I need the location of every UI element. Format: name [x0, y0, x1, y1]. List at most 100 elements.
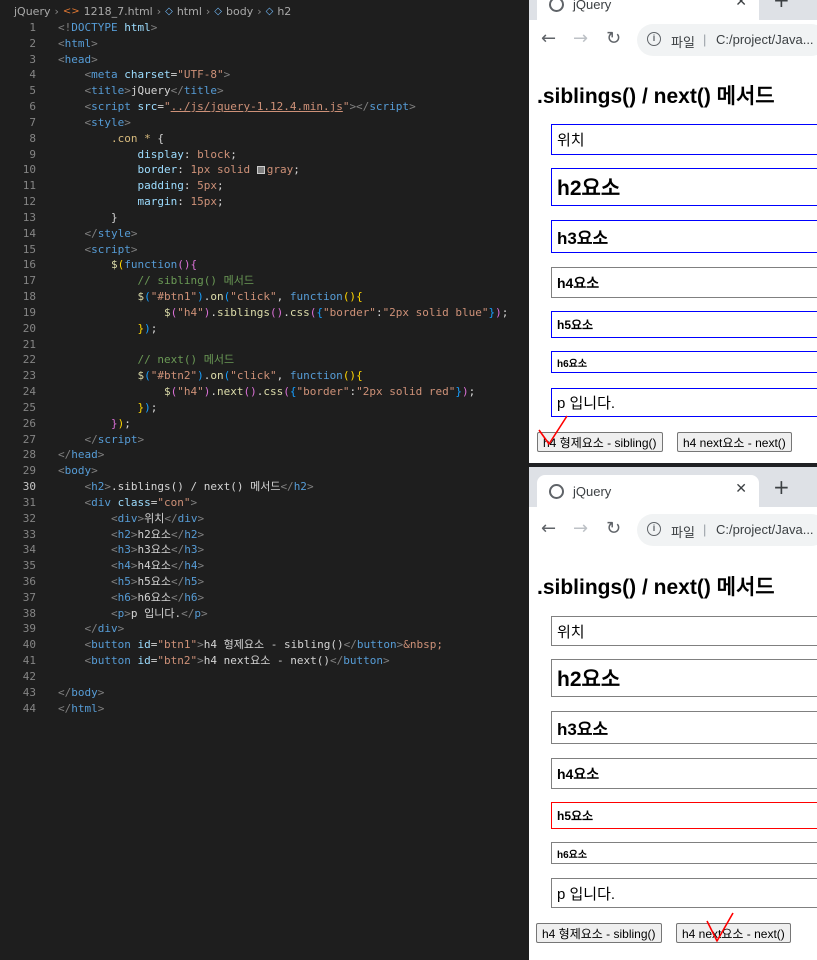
tab-strip: jQuery ✕ + [529, 467, 817, 507]
code-line[interactable]: 1 <!DOCTYPE html> [0, 20, 529, 36]
chevron-right-icon: › [156, 4, 162, 18]
back-icon[interactable]: ← [541, 518, 556, 539]
code-area[interactable]: 1 <!DOCTYPE html> 2 <html> 3 <head> 4 <meta ch… [0, 20, 529, 716]
code-text: <div>위치</div> [110, 511, 205, 525]
browser-tab[interactable]: jQuery ✕ [537, 0, 759, 20]
code-line[interactable]: 2 <html> [0, 36, 529, 52]
code-line[interactable]: 27 </script> [0, 432, 529, 448]
code-line[interactable]: 28 </head> [0, 447, 529, 463]
code-line[interactable]: 33 <h2>h2요소</h2> [0, 527, 529, 543]
code-line[interactable]: 26 }); [0, 416, 529, 432]
tab-strip: jQuery ✕ + [529, 0, 817, 20]
code-line[interactable]: 19 $("h4").siblings().css({"border":"2px… [0, 305, 529, 321]
reload-icon[interactable]: ↻ [606, 28, 621, 49]
breadcrumb-h2[interactable]: h2 [277, 5, 291, 18]
line-number: 2 [29, 36, 36, 50]
code-line[interactable]: 40 <button id="btn1">h4 형제요소 - sibling()… [0, 637, 529, 653]
code-text: .con * { [110, 131, 164, 145]
code-text: <head> [58, 52, 98, 66]
code-line[interactable]: 21 [0, 337, 529, 353]
forward-icon[interactable]: → [573, 28, 588, 49]
code-line[interactable]: 38 <p>p 입니다.</p> [0, 606, 529, 622]
code-line[interactable]: 32 <div>위치</div> [0, 511, 529, 527]
code-text: <style> [84, 115, 131, 129]
code-line[interactable]: 39 </div> [0, 621, 529, 637]
code-line[interactable]: 6 <script src="../js/jquery-1.12.4.min.j… [0, 99, 529, 115]
code-line[interactable]: 12 margin: 15px; [0, 194, 529, 210]
check-mark-icon [706, 912, 734, 942]
code-line[interactable]: 5 <title>jQuery</title> [0, 83, 529, 99]
line-number: 37 [22, 590, 36, 604]
code-line[interactable]: 10 border: 1px solid gray; [0, 162, 529, 178]
back-icon[interactable]: ← [541, 28, 556, 49]
code-line[interactable]: 3 <head> [0, 52, 529, 68]
browser-tab[interactable]: jQuery ✕ [537, 475, 759, 507]
code-line[interactable]: 18 $("#btn1").on("click", function(){ [0, 289, 529, 305]
code-text: </html> [58, 701, 105, 715]
code-line[interactable]: 11 padding: 5px; [0, 178, 529, 194]
line-number: 22 [22, 353, 36, 367]
forward-icon[interactable]: → [573, 518, 588, 539]
code-line[interactable]: 30 <h2>.siblings() / next() 메서드</h2> [0, 479, 529, 495]
code-editor[interactable]: jQuery › <> 1218_7.html › ◇ html › ◇ bod… [0, 0, 529, 960]
code-line[interactable]: 20 }); [0, 321, 529, 337]
line-number: 21 [22, 337, 36, 351]
line-number: 30 [22, 480, 36, 494]
code-line[interactable]: 44 </html> [0, 701, 529, 717]
code-line[interactable]: 43 </body> [0, 685, 529, 701]
code-line[interactable]: 14 </style> [0, 226, 529, 242]
code-line[interactable]: 35 <h4>h4요소</h4> [0, 558, 529, 574]
code-line[interactable]: 37 <h6>h6요소</h6> [0, 590, 529, 606]
next-button[interactable]: h4 next요소 - next() [677, 432, 792, 452]
code-line[interactable]: 31 <div class="con"> [0, 495, 529, 511]
breadcrumb-folder[interactable]: jQuery [14, 5, 51, 18]
line-number: 35 [22, 559, 36, 573]
new-tab-button[interactable]: + [773, 0, 790, 12]
tab-title: jQuery [573, 484, 612, 499]
code-text: <meta charset="UTF-8"> [84, 68, 231, 82]
code-line[interactable]: 4 <meta charset="UTF-8"> [0, 67, 529, 83]
line-number: 17 [22, 274, 36, 288]
sibling-button[interactable]: h4 형제요소 - sibling() [536, 923, 662, 943]
line-number: 12 [22, 195, 36, 209]
code-line[interactable]: 41 <button id="btn2">h4 next요소 - next()<… [0, 653, 529, 669]
code-line[interactable]: 34 <h3>h3요소</h3> [0, 542, 529, 558]
code-line[interactable]: 17 // sibling() 메서드 [0, 273, 529, 289]
line-number: 10 [22, 163, 36, 177]
info-icon[interactable]: i [647, 522, 661, 536]
chevron-right-icon: › [257, 4, 262, 18]
breadcrumb-file[interactable]: 1218_7.html [84, 5, 153, 18]
code-text: <p>p 입니다.</p> [110, 606, 208, 620]
code-line[interactable]: 15 <script> [0, 242, 529, 258]
code-line[interactable]: 24 $("h4").next().css({"border":"2px sol… [0, 384, 529, 400]
line-number: 27 [22, 432, 36, 446]
new-tab-button[interactable]: + [773, 475, 790, 499]
code-line[interactable]: 9 display: block; [0, 147, 529, 163]
breadcrumb-body[interactable]: body [226, 5, 253, 18]
line-number: 26 [22, 416, 36, 430]
code-line[interactable]: 36 <h5>h5요소</h5> [0, 574, 529, 590]
close-icon[interactable]: ✕ [735, 0, 747, 10]
address-bar[interactable]: i 파일 | C:/project/Java... [637, 514, 817, 546]
page-title: .siblings() / next() 메서드 [537, 85, 775, 108]
code-line[interactable]: 23 $("#btn2").on("click", function(){ [0, 368, 529, 384]
address-bar[interactable]: i 파일 | C:/project/Java... [637, 24, 817, 56]
code-line[interactable]: 8 .con * { [0, 131, 529, 147]
line-number: 38 [22, 606, 36, 620]
code-line[interactable]: 25 }); [0, 400, 529, 416]
code-line[interactable]: 16 $(function(){ [0, 257, 529, 273]
info-icon[interactable]: i [647, 32, 661, 46]
url-text: C:/project/Java... [716, 522, 814, 537]
element-icon: ◇ [265, 5, 274, 17]
breadcrumb-html[interactable]: html [177, 5, 202, 18]
line-number: 40 [22, 638, 36, 652]
code-line[interactable]: 13 } [0, 210, 529, 226]
reload-icon[interactable]: ↻ [606, 518, 621, 539]
code-text: <title>jQuery</title> [84, 84, 224, 98]
code-line[interactable]: 22 // next() 메서드 [0, 352, 529, 368]
code-line[interactable]: 29 <body> [0, 463, 529, 479]
close-icon[interactable]: ✕ [735, 481, 747, 497]
code-line[interactable]: 7 <style> [0, 115, 529, 131]
line-number: 4 [29, 68, 36, 82]
code-line[interactable]: 42 [0, 669, 529, 685]
